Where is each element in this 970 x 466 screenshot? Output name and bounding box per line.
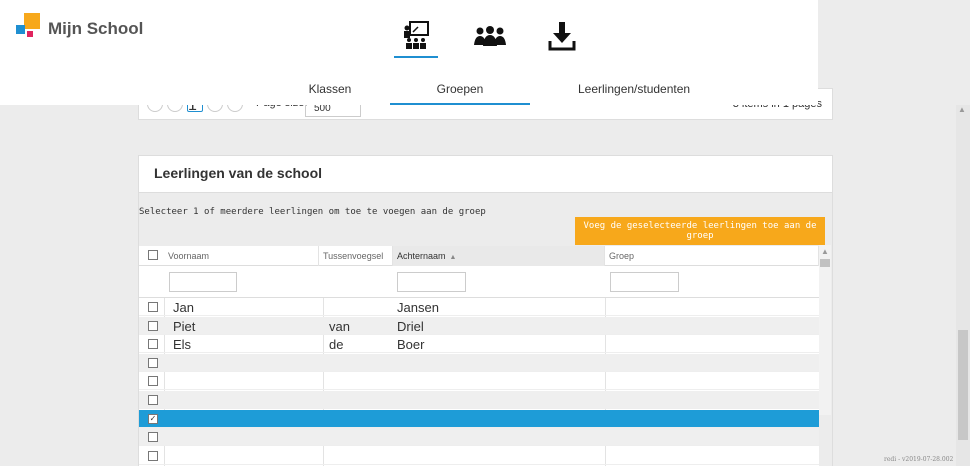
table-row[interactable] [139, 372, 819, 391]
row-checkbox[interactable] [148, 432, 158, 443]
table-row[interactable]: Piet van Driel [139, 316, 819, 335]
row-checkbox[interactable] [148, 357, 158, 368]
app-header: Mijn School Klassen Groepen Leerlingen/s… [0, 0, 818, 105]
filter-achternaam-input[interactable] [397, 272, 466, 292]
row-checkbox[interactable] [148, 395, 158, 405]
grid-rows: Jan Jansen Piet van Driel Els de Boer ✓ [139, 298, 819, 466]
tab-leerlingen[interactable]: Leerlingen/studenten [578, 82, 690, 96]
cell-tussenvoegsel: van [329, 318, 350, 334]
column-achternaam[interactable]: Achternaam ▲ [393, 246, 605, 266]
row-checkbox[interactable] [148, 339, 158, 350]
students-card: Leerlingen van de school Selecteer 1 of … [138, 155, 833, 466]
add-selected-students-button[interactable]: Voeg de geselecteerde leerlingen toe aan… [575, 217, 825, 245]
table-row[interactable] [139, 353, 819, 372]
cell-voornaam: Piet [173, 318, 196, 334]
instruction-text: Selecteer 1 of meerdere leerlingen om to… [139, 207, 486, 217]
card-title: Leerlingen van de school [154, 165, 323, 181]
card-body: Selecteer 1 of meerdere leerlingen om to… [139, 192, 832, 466]
column-groep[interactable]: Groep [605, 246, 819, 266]
cell-achternaam: Boer [397, 337, 425, 353]
cell-achternaam: Driel [397, 318, 424, 334]
tab-groepen[interactable]: Groepen [420, 82, 500, 96]
cell-achternaam: Jansen [397, 300, 439, 315]
download-icon[interactable] [540, 14, 584, 58]
filter-row [139, 266, 819, 298]
tab-klassen[interactable]: Klassen [300, 82, 360, 96]
grid-header: Voornaam Tussenvoegsel Achternaam ▲ Groep [139, 246, 819, 266]
page-scroll-up-icon[interactable]: ▲ [958, 105, 966, 114]
students-grid: Voornaam Tussenvoegsel Achternaam ▲ Groep… [139, 246, 819, 466]
row-checkbox[interactable] [148, 450, 158, 461]
filter-voornaam-input[interactable] [169, 272, 237, 292]
table-row[interactable]: Els de Boer [139, 335, 819, 354]
active-tab-indicator [390, 103, 530, 105]
grid-scrollbar[interactable]: ▲ [819, 245, 831, 415]
table-row[interactable] [139, 447, 819, 465]
page-scroll-thumb[interactable] [958, 330, 968, 440]
column-voornaam[interactable]: Voornaam [164, 246, 319, 266]
classroom-icon[interactable] [394, 14, 438, 58]
row-checkbox[interactable] [148, 376, 158, 387]
table-row[interactable]: ✓ [139, 409, 819, 428]
school-logo [16, 13, 42, 39]
cell-tussenvoegsel: de [329, 337, 344, 353]
column-tussenvoegsel[interactable]: Tussenvoegsel [319, 246, 393, 266]
sort-asc-icon: ▲ [449, 254, 457, 261]
select-all-checkbox[interactable] [148, 250, 158, 260]
filter-groep-input[interactable] [610, 272, 679, 292]
scroll-up-icon[interactable]: ▲ [821, 247, 829, 256]
row-checkbox[interactable]: ✓ [148, 413, 158, 424]
page-scrollbar[interactable]: ▲ [956, 105, 970, 466]
cell-voornaam: Els [173, 337, 192, 353]
table-row[interactable] [139, 391, 819, 409]
cell-voornaam: Jan [173, 300, 194, 315]
row-checkbox[interactable] [148, 302, 158, 312]
version-label: redi - v2019-07-28.002 [884, 456, 954, 463]
brand-name: Mijn School [48, 19, 144, 38]
table-row[interactable]: Jan Jansen [139, 298, 819, 316]
grid-scroll-thumb[interactable] [820, 259, 830, 267]
row-checkbox[interactable] [148, 320, 158, 331]
group-icon[interactable] [468, 14, 512, 58]
table-row[interactable] [139, 428, 819, 447]
